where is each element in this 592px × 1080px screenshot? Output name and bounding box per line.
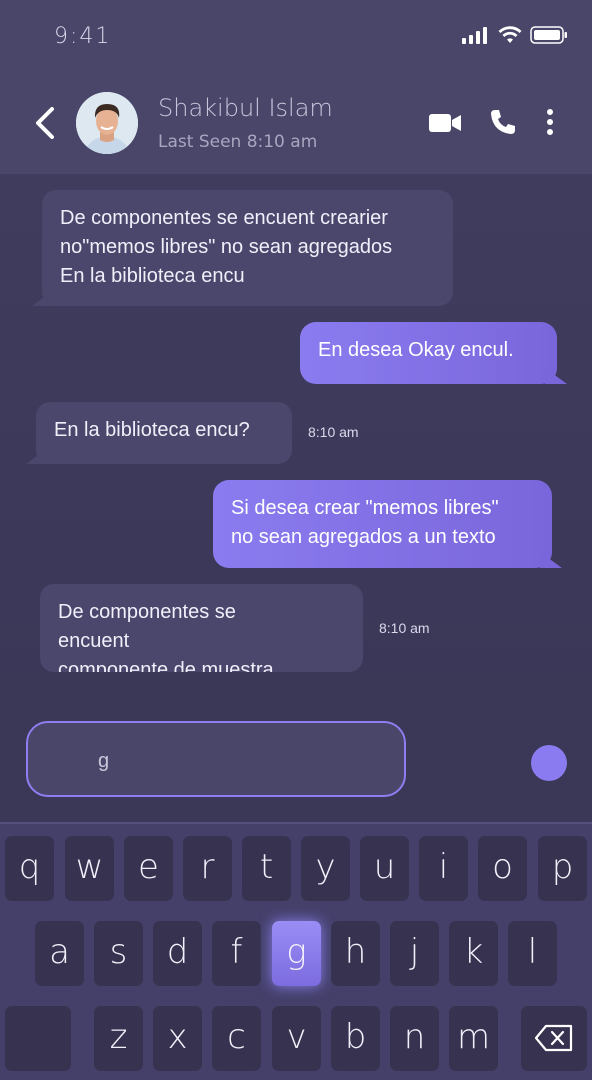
key-v[interactable]: v [272,1006,321,1071]
message-input[interactable]: g [26,721,406,797]
signal-icon [462,27,487,44]
key-f[interactable]: f [212,921,261,986]
message-time: 8:10 am [379,620,430,636]
key-w[interactable]: w [65,836,114,901]
key-p[interactable]: p [538,836,587,901]
contact-name: Shakibul Islam [158,94,333,122]
backspace-key[interactable] [521,1006,587,1071]
key-q[interactable]: q [5,836,54,901]
key-j[interactable]: j [390,921,439,986]
message-outgoing[interactable]: En desea Okay encul. [300,322,557,384]
avatar[interactable] [76,92,138,154]
key-o[interactable]: o [478,836,527,901]
key-s[interactable]: s [94,921,143,986]
message-composer: g [0,674,592,822]
status-icons [462,26,568,44]
key-k[interactable]: k [449,921,498,986]
battery-icon [530,26,567,44]
avatar-image [76,92,138,154]
key-b[interactable]: b [331,1006,380,1071]
key-l[interactable]: l [508,921,557,986]
backspace-icon [534,1024,573,1052]
more-vertical-icon[interactable] [544,108,556,136]
phone-icon[interactable] [489,108,517,136]
key-d[interactable]: d [153,921,202,986]
message-list: De componentes se encuent crearier no"me… [0,174,592,674]
key-h[interactable]: h [331,921,380,986]
key-x[interactable]: x [153,1006,202,1071]
key-n[interactable]: n [390,1006,439,1071]
key-c[interactable]: c [212,1006,261,1071]
wifi-icon [498,26,522,43]
key-i[interactable]: i [419,836,468,901]
key-g[interactable]: g [272,921,321,986]
message-incoming[interactable]: De componentes se encuent crearier no"me… [42,190,453,306]
keyboard: q w e r t y u i o p a s d f g h j k l z … [0,822,592,1080]
key-r[interactable]: r [183,836,232,901]
message-outgoing[interactable]: Si desea crear "memos libres" no sean ag… [213,480,552,568]
status-time: 9:41 [54,24,112,49]
chat-header: Shakibul Islam Last Seen 8:10 am [0,74,592,174]
last-seen: Last Seen 8:10 am [158,132,318,152]
key-e[interactable]: e [124,836,173,901]
status-bar: 9:41 [0,0,592,74]
key-t[interactable]: t [242,836,291,901]
key-z[interactable]: z [94,1006,143,1071]
key-y[interactable]: y [301,836,350,901]
shift-key[interactable] [5,1006,71,1071]
key-u[interactable]: u [360,836,409,901]
message-incoming[interactable]: En la biblioteca encu? [36,402,292,464]
send-button[interactable] [531,745,567,781]
back-chevron-icon[interactable] [30,106,60,140]
message-incoming[interactable]: De componentes se encuent componente de … [40,584,363,672]
video-call-icon[interactable] [428,112,462,134]
key-m[interactable]: m [449,1006,498,1071]
key-a[interactable]: a [35,921,84,986]
message-time: 8:10 am [308,424,359,440]
